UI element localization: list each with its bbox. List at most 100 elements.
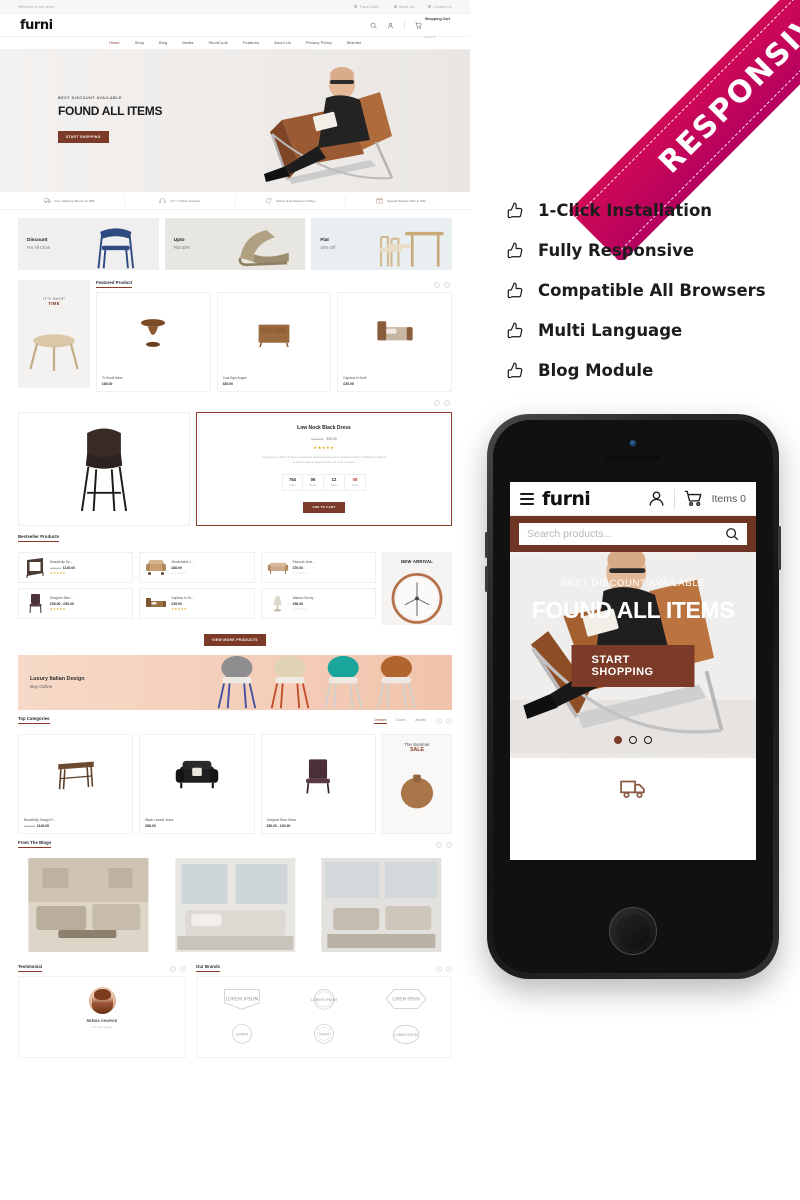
earpiece-speaker [606, 456, 660, 461]
brand-logo[interactable]: LOREM IPSUM [368, 1019, 445, 1049]
testimonial-next-arrow[interactable]: › [180, 965, 186, 972]
brands-next-arrow[interactable]: › [446, 965, 452, 972]
deal-next-arrow[interactable]: › [444, 400, 450, 406]
category-product-card[interactable]: Designer Blue Dress £50.00 - £90.00 [260, 733, 376, 834]
nav-item-home[interactable]: Home [109, 41, 120, 45]
mobile-logo[interactable]: furni [542, 488, 591, 510]
nav-item-shop[interactable]: Shop [135, 41, 144, 45]
search-input[interactable]: Search products... [527, 528, 719, 540]
add-to-cart-button[interactable]: ADD TO CART [303, 501, 345, 513]
testimonial-prev-arrow[interactable]: ‹ [170, 965, 176, 972]
promo-banner-discount[interactable]: Discount For All Chair [18, 218, 159, 270]
blogs-next-arrow[interactable]: › [446, 841, 452, 848]
luxury-subtitle: Buy Online [30, 683, 53, 689]
deal-prev-arrow[interactable]: ‹ [434, 400, 440, 406]
headset-icon [159, 197, 167, 204]
view-more-products-button[interactable]: VIEW MORE PRODUCTS [204, 633, 266, 646]
featured-prev-arrow[interactable]: ‹ [434, 282, 440, 288]
brand-logo[interactable]: LOREM IPSUM [285, 984, 362, 1014]
user-icon[interactable] [387, 22, 394, 29]
blogs-prev-arrow[interactable]: ‹ [436, 841, 442, 848]
blog-card[interactable] [165, 857, 306, 952]
promo-banner-upto[interactable]: Upto Flat 50% [164, 218, 306, 270]
thumbs-up-icon [507, 362, 523, 379]
product-old-price: £180.00 [24, 823, 35, 828]
feature-item-multi-language: Multi Language [506, 310, 796, 350]
mobile-hero-cta-button[interactable]: START SHOPPING [571, 645, 695, 687]
lounge-photo [321, 857, 442, 952]
categories-section: Beautifully Design R... £180.00£140.00 [0, 730, 470, 840]
category-product-card[interactable]: Black Lowest Jeans £88.00 [139, 733, 255, 834]
hamburger-menu-icon[interactable] [520, 490, 534, 508]
countdown-label: Days [289, 484, 296, 488]
deal-section: Low Nock Black Dress £120.00 £90.00 ★★★★★… [0, 408, 470, 534]
category-tab-gowns[interactable]: Gowns [396, 718, 406, 724]
nav-item-features[interactable]: Features [243, 41, 259, 45]
brand-logo[interactable]: LOREM IPSUM [368, 984, 445, 1014]
slider-dot-3[interactable] [644, 736, 652, 744]
nav-item-wishlist[interactable]: Wishlist [347, 41, 361, 45]
bestseller-card[interactable]: Designer Blue... £50.00 - £90.00 ★★★★★ [18, 587, 134, 619]
nav-item-blog[interactable]: Blog [159, 41, 167, 45]
service-online-support: 24 * 7 Online Support [125, 194, 236, 207]
slider-dot-1[interactable] [614, 736, 622, 744]
thumbs-up-icon [507, 322, 523, 339]
product-name: To Small Alesc [102, 376, 123, 380]
bar-stool-icon [80, 428, 128, 512]
category-product-card[interactable]: Beautifully Design R... £180.00 £140.00 [18, 733, 134, 834]
new-arrival-banner[interactable]: NEW ARRIVAL [382, 551, 452, 625]
bestseller-card[interactable]: Sinotivhable J... £88.00 ★★★★★ [139, 551, 255, 583]
promo-title: Flat [320, 238, 329, 243]
bestseller-card[interactable]: Dapibus In Sc... £35.00 ★★★★★ [139, 587, 255, 619]
bestseller-card[interactable]: Watson Shorty £96.00 ★★★★★ [260, 587, 376, 619]
wood-stool-icon [141, 319, 166, 347]
gift-icon [376, 197, 383, 204]
product-name: Black Lowest Jeans [145, 817, 174, 822]
product-card[interactable]: Dapibus In Scell £35.00 [337, 292, 453, 392]
blog-card[interactable] [311, 857, 452, 952]
nav-item-shortcode[interactable]: ShortCode [208, 41, 228, 45]
countdown-value: 08 [352, 477, 358, 483]
category-tab-jackets[interactable]: Jackets [415, 718, 426, 724]
phone-mockup: furni Items 0 Search products... BEST DI… [485, 414, 781, 979]
categories-prev-arrow[interactable]: ‹ [436, 717, 442, 724]
brand-logo[interactable]: IPSUM [285, 1019, 362, 1049]
user-icon[interactable] [647, 489, 666, 508]
slider-dot-2[interactable] [629, 736, 637, 744]
cart-icon[interactable] [683, 489, 704, 508]
product-card[interactable]: To Small Alesc £85.00 [96, 292, 211, 392]
site-logo[interactable]: furni [20, 19, 53, 32]
bestseller-card[interactable]: Beautifully De... £180.00 £140.00 ★★★★★ [18, 551, 134, 583]
nav-item-about-us[interactable]: About Us [274, 41, 291, 45]
product-price: £140.00 [36, 823, 50, 828]
nav-item-privacy-policy[interactable]: Privacy Policy [306, 41, 332, 45]
brand-logo[interactable]: LOREM IPSUM [203, 984, 280, 1014]
summer-sale-banner[interactable]: The Summer SALE [382, 733, 452, 834]
nav-item-media[interactable]: Media [182, 41, 193, 45]
promo-banner-flat[interactable]: Flat 45% Off [311, 218, 453, 270]
categories-next-arrow[interactable]: › [446, 717, 452, 724]
product-card[interactable]: Cras Eget Augue £80.00 [216, 292, 332, 392]
hero-cta-button[interactable]: START SHOPPING [58, 131, 109, 143]
blog-card[interactable] [18, 857, 159, 952]
mobile-hero-slider: BEST DISCOUNT AVAILABLE FOUND ALL ITEMS … [510, 552, 756, 758]
brands-prev-arrow[interactable]: ‹ [436, 965, 442, 972]
bestseller-card[interactable]: Peacock Desi... £70.00 ★★★★★ [260, 551, 376, 583]
leather-armchair-icon [175, 761, 219, 789]
search-icon[interactable] [370, 22, 377, 29]
featured-next-arrow[interactable]: › [444, 282, 450, 288]
svg-text:LOREM IPSUM: LOREM IPSUM [225, 996, 258, 1002]
brands-section-title: Our Brands [196, 964, 221, 972]
home-button[interactable] [609, 907, 657, 955]
search-icon[interactable] [725, 527, 739, 541]
avatar [88, 986, 116, 1014]
mobile-search-bar: Search products... [510, 516, 756, 552]
mobile-hero-title: FOUND ALL ITEMS [531, 597, 735, 623]
luxury-banner[interactable]: Luxury Italian Design Buy Online [18, 654, 452, 710]
deal-product-image[interactable] [18, 412, 190, 526]
category-tab-dresses[interactable]: Dresses [374, 718, 387, 724]
blogs-section [0, 854, 470, 960]
deal-price: £120.00 £90.00 [311, 437, 337, 441]
brand-logo[interactable]: LOREM [203, 1019, 280, 1049]
cart-button[interactable]: Shopping Cart Items 0 [414, 7, 450, 44]
